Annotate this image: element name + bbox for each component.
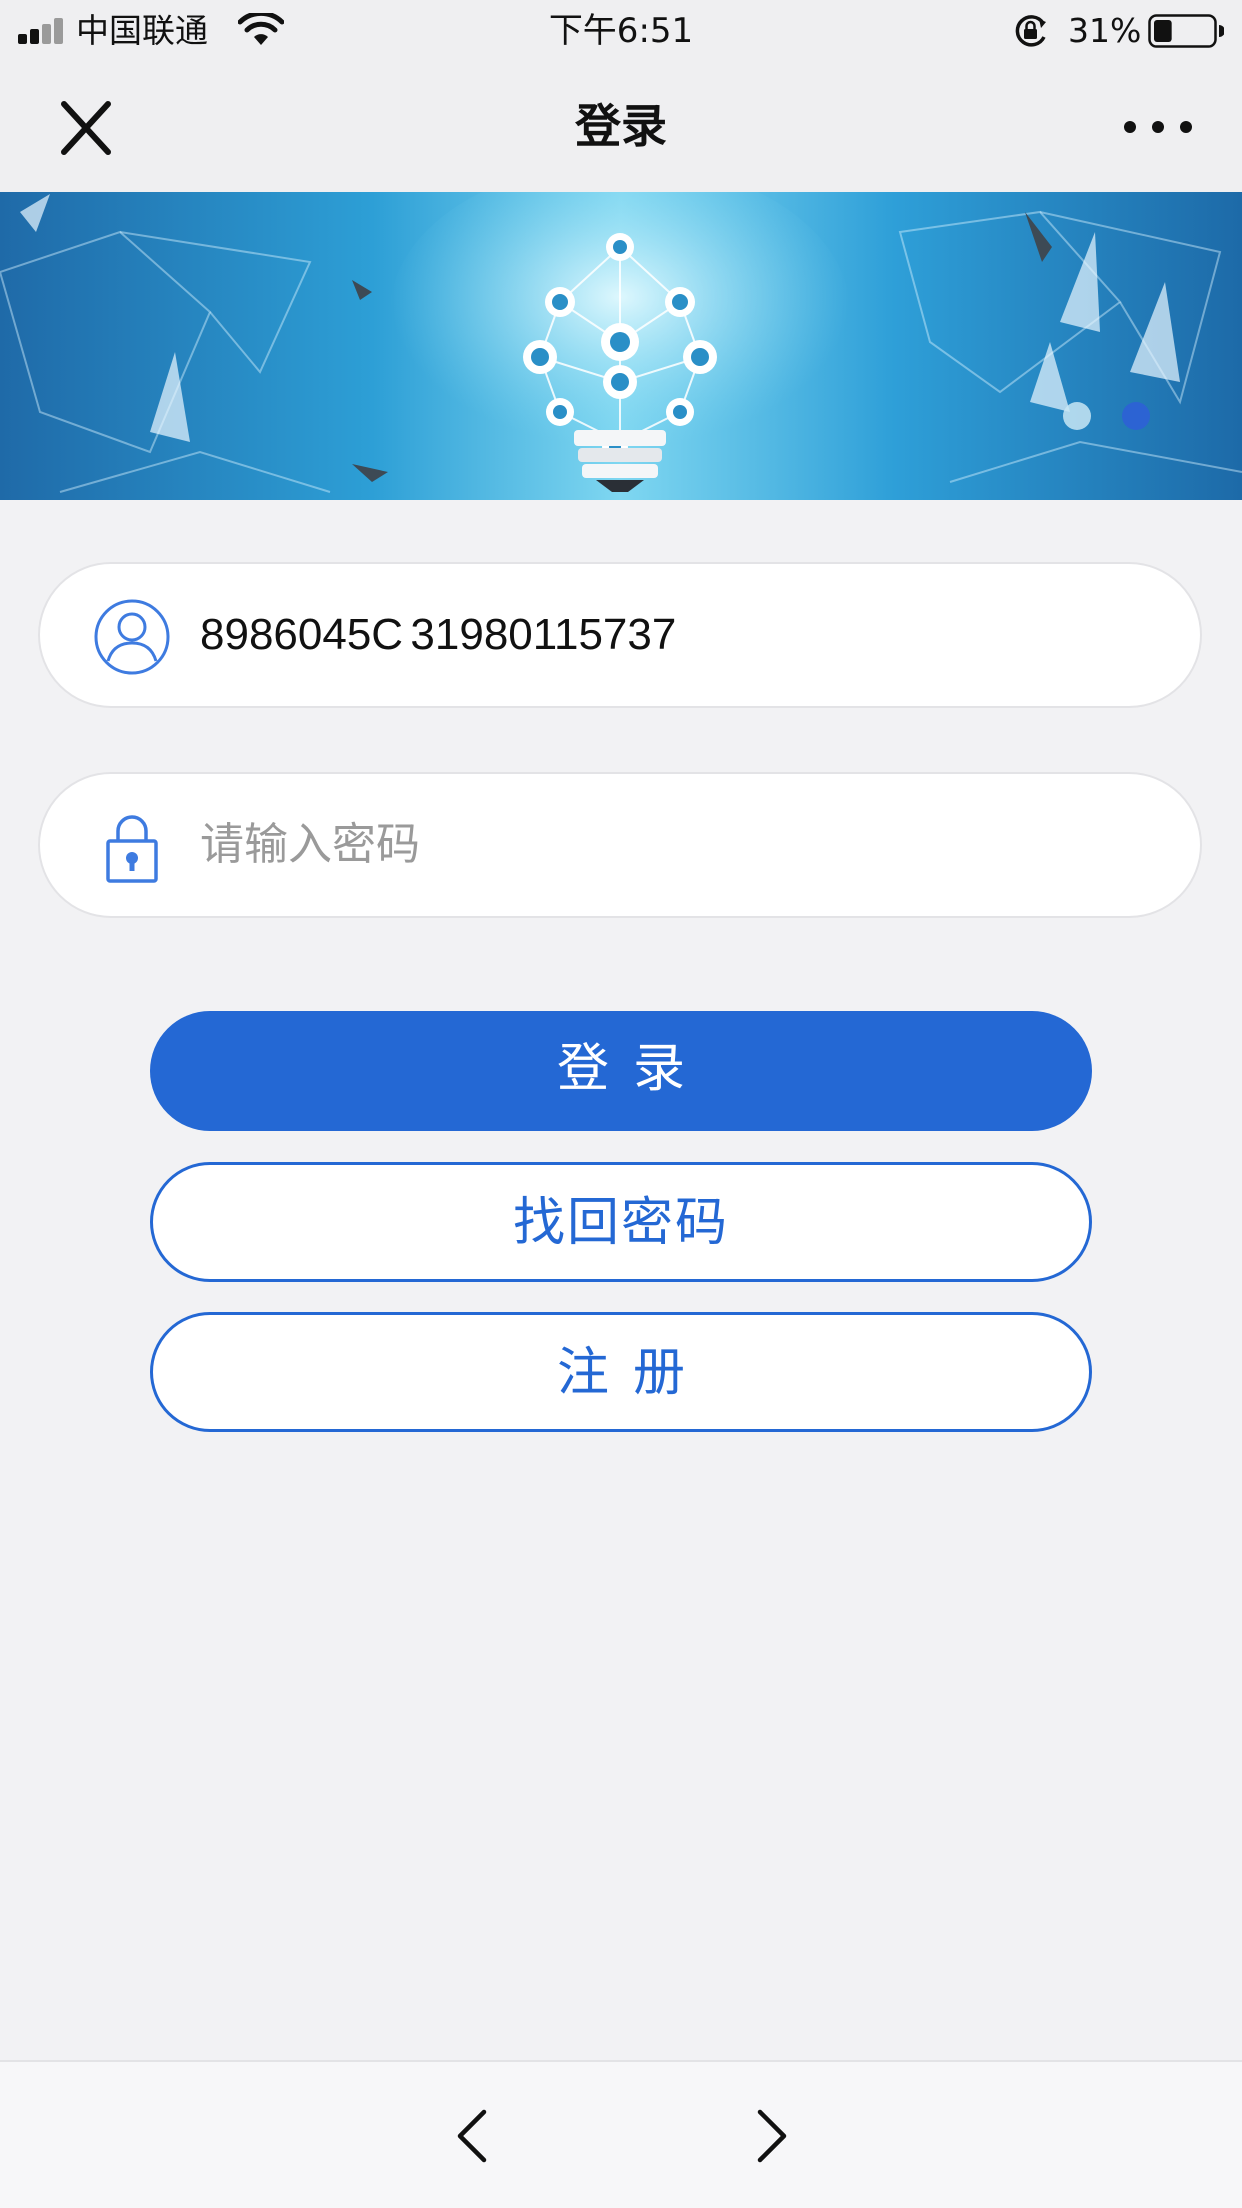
register-button[interactable]: 注册 [150,1312,1092,1432]
battery-icon [1148,14,1224,48]
battery-percent: 31% [1068,11,1142,50]
password-field[interactable] [38,772,1202,918]
recover-password-button[interactable]: 找回密码 [150,1162,1092,1282]
orientation-lock-icon [1015,15,1046,47]
chevron-left-icon[interactable] [444,2106,504,2166]
bottom-toolbar [0,2060,1242,2208]
username-field[interactable] [38,562,1202,708]
password-input[interactable] [200,792,1160,898]
chevron-right-icon[interactable] [740,2106,800,2166]
more-icon[interactable] [1118,102,1198,152]
user-icon [94,599,170,675]
status-bar: 中国联通 下午6:51 31% [0,0,1242,62]
banner-image [0,192,1242,493]
carousel-dot-2[interactable] [1122,402,1150,430]
banner-carousel[interactable] [0,192,1242,500]
nav-bar: 登录 [0,62,1242,192]
username-input[interactable] [200,582,1160,688]
page-title: 登录 [575,99,667,153]
carousel-dot-1[interactable] [1063,402,1091,430]
lock-icon [106,815,158,883]
status-time: 下午6:51 [548,11,694,51]
login-button[interactable]: 登录 [150,1011,1092,1131]
